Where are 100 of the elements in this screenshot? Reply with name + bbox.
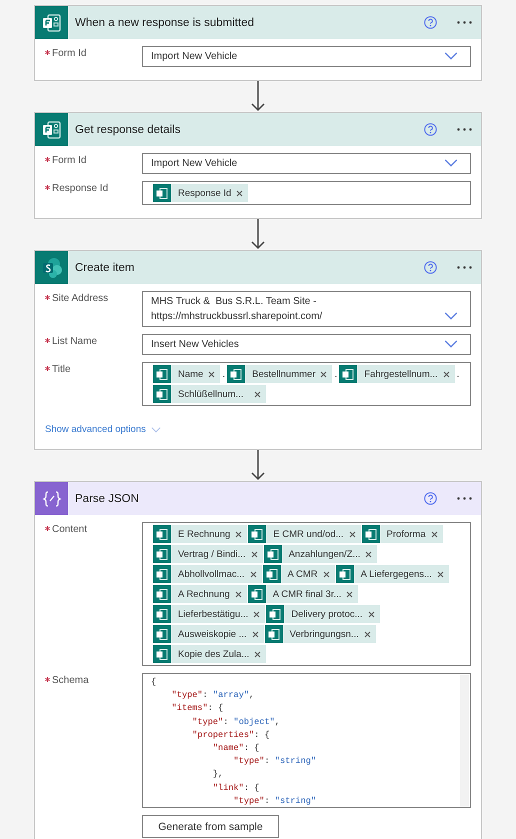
token-chip[interactable]: Ausweiskopie ... (153, 625, 264, 643)
forms-token-icon (156, 588, 168, 600)
field-label: Form Id (52, 48, 86, 59)
remove-icon[interactable] (346, 590, 354, 598)
token-input-field[interactable]: Response Id (142, 181, 471, 205)
token-chip[interactable]: Abhollvollmac... (153, 565, 262, 583)
remove-icon[interactable] (436, 570, 444, 578)
forms-token-icon (156, 388, 168, 400)
scrollbar[interactable] (460, 675, 469, 807)
separator-text: . (456, 368, 460, 380)
token-chip[interactable]: Bestellnummer (227, 365, 332, 383)
braces-icon (42, 488, 62, 508)
field-label: Response Id (52, 183, 108, 194)
remove-icon[interactable] (250, 570, 257, 578)
code-editor[interactable]: { "type": "array", "items": { "type": "object", "properties": { "name": { "type": "string" }, "link": { "type": "string" (142, 673, 471, 808)
forms-token-icon (251, 528, 264, 540)
card-title: Create item (75, 262, 136, 274)
help-icon[interactable] (424, 261, 437, 274)
help-icon[interactable] (424, 123, 437, 136)
forms-token-icon (269, 608, 282, 620)
dropdown-field[interactable]: MHS Truck & Bus S.R.L. Team Site - https://mhstruckbussrl.sharepoint.com/ (142, 291, 471, 327)
connector-arrow (251, 219, 265, 250)
forms-token-icon (156, 568, 168, 580)
chevron-down-icon (444, 312, 458, 320)
token-chip[interactable]: E Rechnung (153, 525, 248, 543)
forms-token-icon (156, 648, 168, 660)
token-chip[interactable]: Delivery protoc... (266, 605, 380, 623)
card-header[interactable]: Parse JSON (35, 482, 481, 515)
token-input-field[interactable] (142, 522, 471, 666)
token-chip[interactable]: Fahrgestellnum... (339, 365, 455, 383)
sharepoint-app-icon (40, 256, 62, 278)
forms-token-icon (364, 528, 377, 540)
forms-app-icon (42, 120, 62, 140)
forms-token-icon (156, 608, 168, 620)
token-chip[interactable]: Name (153, 365, 220, 383)
remove-icon[interactable] (250, 550, 258, 558)
remove-icon[interactable] (364, 630, 371, 638)
forms-token-icon (250, 588, 263, 600)
token-chip[interactable]: E CMR und/od... (248, 525, 361, 543)
more-options-icon[interactable] (457, 497, 472, 500)
remove-icon[interactable] (348, 530, 356, 538)
remove-icon[interactable] (253, 610, 260, 618)
chevron-down-icon (444, 52, 458, 60)
show-advanced-link[interactable]: Show advanced options (45, 424, 161, 436)
remove-icon[interactable] (365, 550, 372, 558)
forms-token-icon (342, 368, 354, 380)
help-icon[interactable] (424, 492, 437, 505)
remove-icon[interactable] (234, 590, 242, 598)
remove-icon[interactable] (442, 370, 450, 378)
card-header[interactable]: Create item (35, 251, 481, 284)
token-chip[interactable]: Kopie des Zula... (153, 645, 266, 663)
token-chip[interactable]: A CMR final 3r... (248, 585, 358, 603)
chevron-down-icon (444, 159, 458, 167)
token-chip[interactable]: Verbringungsn... (264, 625, 376, 643)
token-chip[interactable]: Anzahlungen/Z... (264, 545, 378, 563)
remove-icon[interactable] (320, 370, 328, 378)
chevron-down-icon (150, 427, 161, 433)
forms-token-icon (156, 188, 168, 198)
remove-icon[interactable] (254, 390, 261, 398)
card-header[interactable]: Get response details (35, 113, 481, 146)
token-chip[interactable]: A Liefergegens... (336, 565, 449, 583)
token-input-field[interactable]: Name . Bestellnummer . Fahrgestellnum... . Schlüßellnum... (142, 362, 471, 406)
more-options-icon[interactable] (457, 128, 472, 131)
help-icon[interactable] (424, 16, 437, 29)
forms-token-icon (156, 528, 168, 540)
forms-token-icon (230, 368, 242, 380)
token-chip[interactable]: A CMR (262, 565, 335, 583)
token-chip[interactable]: Proforma (362, 525, 443, 543)
remove-icon[interactable] (252, 630, 259, 638)
remove-icon[interactable] (235, 530, 242, 538)
more-options-icon[interactable] (457, 266, 472, 269)
dropdown-field[interactable]: Insert New Vehicles (142, 334, 471, 355)
token-chip[interactable]: Response Id (153, 184, 248, 202)
separator-text: . (333, 368, 338, 380)
dropdown-field[interactable]: Import New Vehicle (142, 46, 471, 67)
token-chip[interactable]: A Rechnung (153, 585, 247, 603)
token-chip[interactable]: Vertrag / Bindi... (153, 545, 263, 563)
field-label: List Name (52, 336, 98, 347)
generate-button[interactable]: Generate from sample (142, 815, 279, 838)
connector-arrow (251, 81, 265, 112)
remove-icon[interactable] (430, 530, 438, 538)
forms-token-icon (156, 368, 168, 380)
remove-icon[interactable] (236, 190, 244, 196)
token-chip[interactable]: Lieferbestätigu... (153, 605, 266, 623)
remove-icon[interactable] (254, 650, 262, 658)
dropdown-field[interactable]: Import New Vehicle (142, 153, 471, 174)
forms-token-icon (266, 548, 279, 560)
remove-icon[interactable] (322, 570, 330, 578)
forms-token-icon (266, 568, 278, 580)
forms-token-icon (338, 568, 351, 580)
card-title: When a new response is submitted (75, 16, 255, 28)
remove-icon[interactable] (208, 370, 216, 378)
token-chip[interactable]: Schlüßellnum... (153, 385, 266, 403)
field-label: Schema (52, 675, 89, 686)
connector-arrow (251, 450, 265, 481)
forms-app-icon (42, 12, 62, 32)
more-options-icon[interactable] (457, 21, 472, 24)
card-header[interactable]: When a new response is submitted (35, 6, 481, 39)
field-label: Content (52, 524, 88, 535)
remove-icon[interactable] (368, 610, 375, 618)
